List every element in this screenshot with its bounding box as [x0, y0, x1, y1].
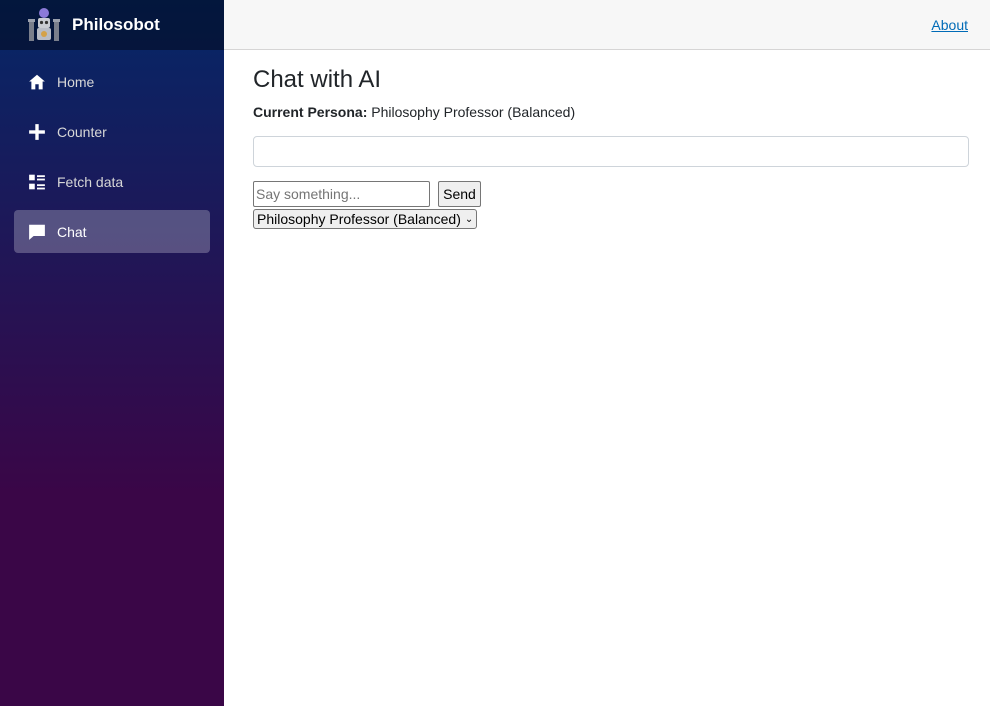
- list-icon: [27, 172, 47, 192]
- page-title: Chat with AI: [253, 66, 382, 93]
- main-content: Chat with AI Current Persona: Philosophy…: [253, 66, 969, 229]
- nav-item-home[interactable]: Home: [14, 60, 210, 103]
- persona-select[interactable]: Philosophy Professor (Balanced) ⌄: [253, 209, 478, 229]
- send-button[interactable]: Send: [438, 181, 481, 207]
- nav-item-label: Fetch data: [57, 173, 124, 190]
- nav-item-chat[interactable]: Chat: [14, 210, 210, 253]
- nav-item-label: Home: [57, 73, 95, 90]
- nav-item-fetch-data[interactable]: Fetch data: [14, 160, 210, 203]
- message-row: Send: [253, 181, 969, 207]
- current-persona-label: Current Persona:: [253, 104, 368, 120]
- brand-bar: Philosobot: [0, 0, 224, 50]
- sidebar: Philosobot Home Counter Fetch data Chat: [0, 0, 224, 706]
- chevron-down-icon: ⌄: [464, 213, 474, 225]
- nav-item-counter[interactable]: Counter: [14, 110, 210, 153]
- chat-log[interactable]: [253, 136, 969, 167]
- about-link[interactable]: About: [931, 17, 968, 33]
- current-persona-value: Philosophy Professor (Balanced): [371, 104, 576, 120]
- nav-item-label: Counter: [57, 123, 107, 140]
- nav-item-label: Chat: [57, 223, 87, 240]
- home-icon: [27, 72, 47, 92]
- robot-philosopher-logo: [28, 8, 60, 41]
- message-input[interactable]: [253, 181, 430, 207]
- plus-icon: [27, 122, 47, 142]
- sidebar-nav: Home Counter Fetch data Chat: [0, 60, 224, 253]
- current-persona-line: Current Persona: Philosophy Professor (B…: [253, 104, 969, 120]
- chat-icon: [27, 222, 47, 242]
- brand-name[interactable]: Philosobot: [72, 15, 160, 35]
- top-row: About: [224, 0, 990, 50]
- persona-select-value: Philosophy Professor (Balanced): [257, 211, 461, 227]
- persona-select-row: Philosophy Professor (Balanced) ⌄: [253, 209, 969, 229]
